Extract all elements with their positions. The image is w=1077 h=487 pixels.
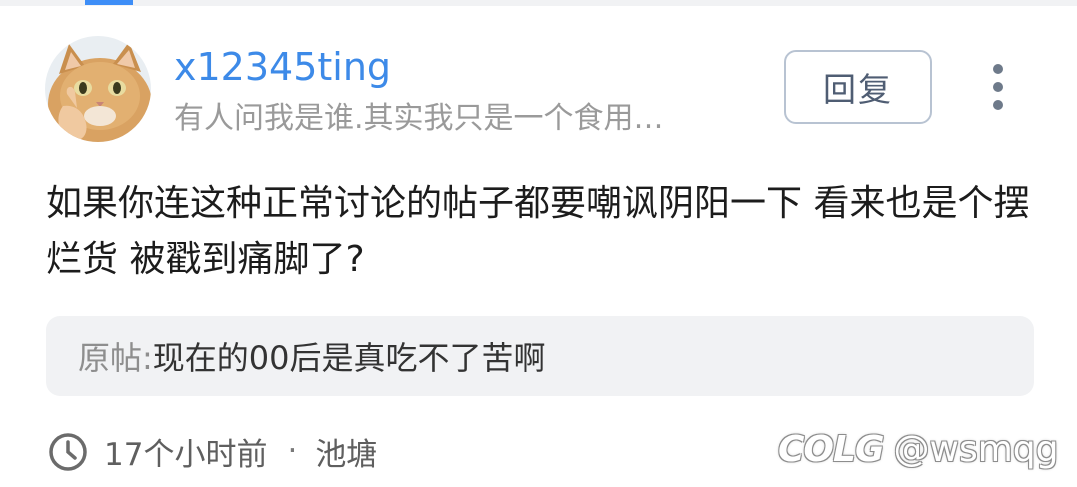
top-divider <box>0 0 1077 6</box>
clock-icon <box>49 433 87 471</box>
more-dot <box>993 64 1003 74</box>
quote-label: 原帖: <box>78 339 153 377</box>
watermark-handle: @wsmqg <box>893 428 1059 470</box>
original-post-quote[interactable]: 原帖: 现在的00后是真吃不了苦啊 <box>46 316 1034 396</box>
forum-link[interactable]: 池塘 <box>315 429 377 474</box>
more-dot <box>993 82 1003 92</box>
meta-separator: · <box>287 433 298 469</box>
more-dot <box>993 100 1003 110</box>
username[interactable]: x12345ting <box>174 42 391 92</box>
reply-button[interactable]: 回复 <box>784 50 932 124</box>
watermark-logo: COLG <box>778 428 885 470</box>
post-time: 17个小时前 <box>104 436 268 473</box>
comment-text: 如果你连这种正常讨论的帖子都要嘲讽阴阳一下 看来也是个摆烂货 被戳到痛脚了? <box>46 183 1030 280</box>
avatar[interactable] <box>45 36 151 142</box>
comment-meta: 17个小时前 · 池塘 <box>46 428 377 474</box>
watermark: COLG @wsmqg <box>778 424 1059 474</box>
active-tab-indicator <box>85 0 133 5</box>
quote-text: 现在的00后是真吃不了苦啊 <box>152 339 546 377</box>
user-bio: 有人问我是谁.其实我只是一个食用… <box>174 101 664 136</box>
cat-avatar-image <box>45 36 151 142</box>
more-options-icon[interactable] <box>978 62 1018 112</box>
